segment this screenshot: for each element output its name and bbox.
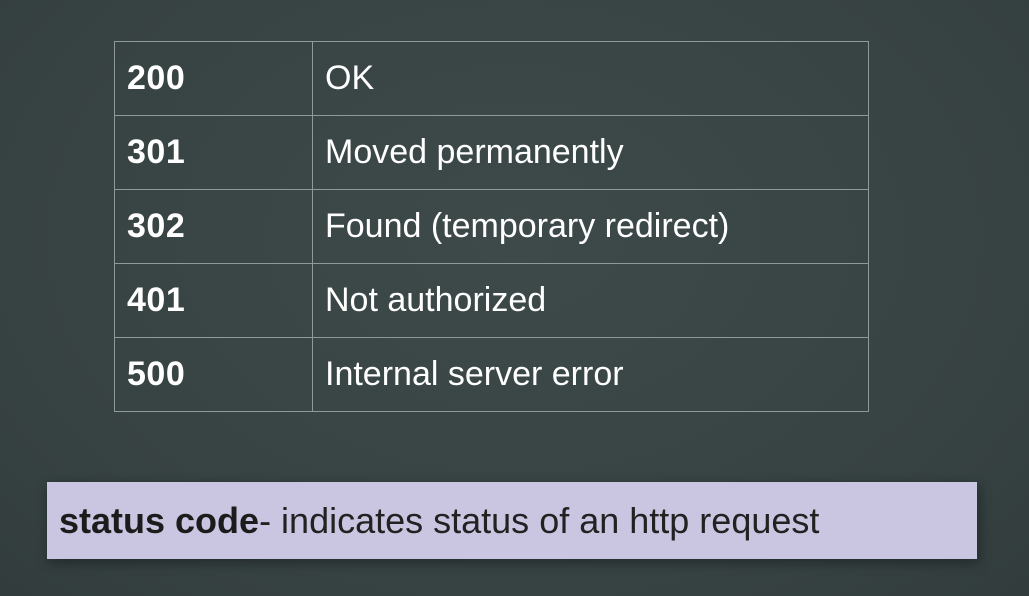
status-description-cell: Moved permanently — [312, 115, 869, 190]
status-code-cell: 401 — [114, 263, 313, 338]
status-code-table: 200 OK 301 Moved permanently 302 Found (… — [114, 41, 869, 412]
status-code-cell: 301 — [114, 115, 313, 190]
caption-banner: status code - indicates status of an htt… — [47, 482, 977, 559]
table-row: 200 OK — [114, 41, 869, 116]
status-description-cell: Not authorized — [312, 263, 869, 338]
status-description-cell: Internal server error — [312, 337, 869, 412]
table-row: 500 Internal server error — [114, 337, 869, 412]
table-row: 401 Not authorized — [114, 263, 869, 338]
status-code-cell: 302 — [114, 189, 313, 264]
table-row: 301 Moved permanently — [114, 115, 869, 190]
slide-background: 200 OK 301 Moved permanently 302 Found (… — [0, 0, 1029, 596]
status-description-cell: OK — [312, 41, 869, 116]
table-row: 302 Found (temporary redirect) — [114, 189, 869, 264]
status-code-cell: 200 — [114, 41, 313, 116]
status-description-cell: Found (temporary redirect) — [312, 189, 869, 264]
caption-definition: - indicates status of an http request — [259, 499, 820, 541]
status-code-cell: 500 — [114, 337, 313, 412]
caption-term: status code — [59, 499, 260, 541]
